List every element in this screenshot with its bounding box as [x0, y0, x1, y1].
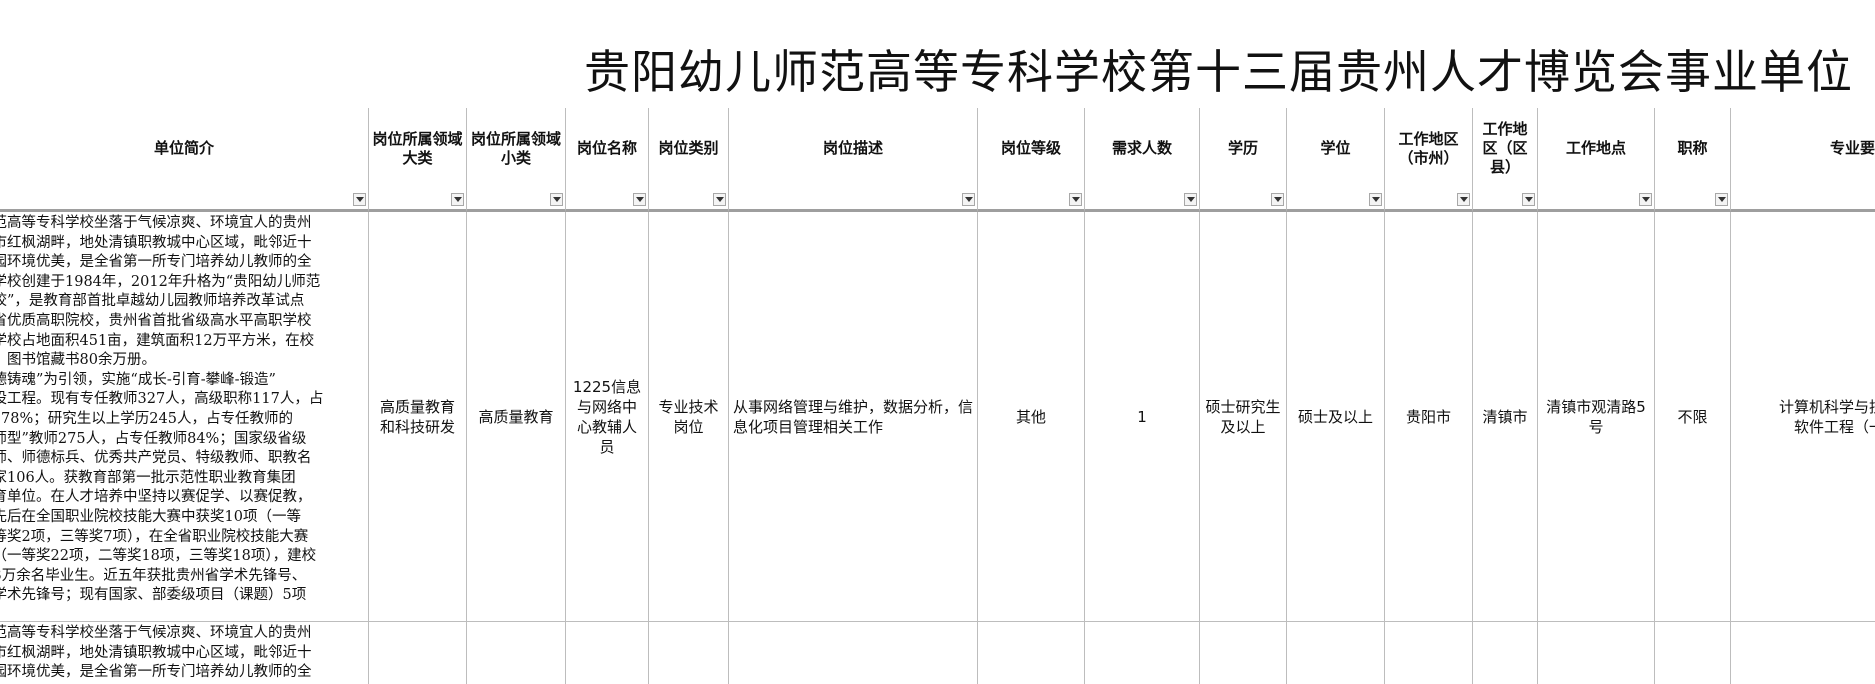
cell-text: 计算机科学与技术 软件工程（一: [1778, 397, 1875, 436]
filter-dropdown-icon[interactable]: [713, 193, 726, 206]
filter-dropdown-icon[interactable]: [1271, 193, 1284, 206]
cell-text: 1225信息与网络中心教辅人员: [572, 377, 642, 456]
cell-text: 清镇市观清路5号: [1546, 397, 1646, 436]
header-cell-title-req[interactable]: 职称: [1655, 108, 1731, 212]
cell-count[interactable]: 1: [1085, 212, 1200, 622]
header-cell-degree[interactable]: 学位: [1287, 108, 1385, 212]
filter-dropdown-icon[interactable]: [1522, 193, 1535, 206]
cell-post-category-row2[interactable]: [649, 622, 729, 684]
cell-text: 其他: [1015, 407, 1046, 426]
cell-post-level-row2[interactable]: [978, 622, 1085, 684]
header-cell-post-name[interactable]: 岗位名称: [566, 108, 649, 212]
header-cell-domain-minor[interactable]: 岗位所属领域小类: [467, 108, 566, 212]
filter-dropdown-icon[interactable]: [1184, 193, 1197, 206]
cell-major[interactable]: 计算机科学与技术 软件工程（一: [1731, 212, 1875, 622]
header-label: 需求人数: [1111, 139, 1172, 157]
header-label: 岗位所属领域小类: [470, 129, 561, 167]
header-label: 学位: [1320, 139, 1351, 157]
cell-title-req[interactable]: 不限: [1655, 212, 1731, 622]
header-label: 单位简介: [153, 139, 214, 157]
header-label: 岗位描述: [822, 139, 883, 157]
cell-domain-major[interactable]: 高质量教育和科技研发: [369, 212, 467, 622]
sheet-title: 贵阳幼儿师范高等专科学校第十三届贵州人才博览会事业单位: [584, 45, 1853, 99]
cell-unit-intro[interactable]: 师范高等专科学校坐落于气候凉爽、环境宜人的贵州 阳市红枫湖畔，地处清镇职教城中心…: [0, 212, 369, 622]
cell-text: 不限: [1677, 407, 1708, 426]
cell-domain-major-row2[interactable]: [369, 622, 467, 684]
unit-intro-text: 师范高等专科学校坐落于气候凉爽、环境宜人的贵州 阳市红枫湖畔，地处清镇职教城中心…: [0, 215, 324, 604]
filter-dropdown-icon[interactable]: [1369, 193, 1382, 206]
filter-dropdown-icon[interactable]: [353, 193, 366, 206]
cell-text: 清镇市: [1482, 407, 1528, 426]
header-label: 职称: [1677, 139, 1708, 157]
title-row[interactable]: 贵阳幼儿师范高等专科学校第十三届贵州人才博览会事业单位: [0, 0, 1875, 109]
cell-location-row2[interactable]: [1538, 622, 1655, 684]
header-cell-district[interactable]: 工作地区（区县）: [1473, 108, 1538, 212]
header-cell-count[interactable]: 需求人数: [1085, 108, 1200, 212]
cell-post-desc[interactable]: 从事网络管理与维护，数据分析，信息化项目管理相关工作: [729, 212, 978, 622]
cell-text: 高质量教育和科技研发: [379, 397, 455, 436]
spreadsheet: 贵阳幼儿师范高等专科学校第十三届贵州人才博览会事业单位 单位简介 岗位所属领域大…: [0, 0, 1875, 684]
filter-dropdown-icon[interactable]: [1069, 193, 1082, 206]
cell-major-row2[interactable]: [1731, 622, 1875, 684]
cell-education-row2[interactable]: [1200, 622, 1287, 684]
cell-post-desc-row2[interactable]: [729, 622, 978, 684]
header-cell-city[interactable]: 工作地区（市州）: [1385, 108, 1473, 212]
cell-district[interactable]: 清镇市: [1473, 212, 1538, 622]
cell-education[interactable]: 硕士研究生及以上: [1200, 212, 1287, 622]
cell-title-req-row2[interactable]: [1655, 622, 1731, 684]
header-cell-unit-intro[interactable]: 单位简介: [0, 108, 369, 212]
header-label: 学历: [1227, 139, 1258, 157]
cell-district-row2[interactable]: [1473, 622, 1538, 684]
header-label: 工作地区（市州）: [1398, 129, 1459, 167]
cell-text: 1: [1137, 407, 1147, 426]
cell-city[interactable]: 贵阳市: [1385, 212, 1473, 622]
header-label: 岗位名称: [576, 139, 637, 157]
header-label: 岗位等级: [1000, 139, 1061, 157]
cell-city-row2[interactable]: [1385, 622, 1473, 684]
cell-location[interactable]: 清镇市观清路5号: [1538, 212, 1655, 622]
filter-dropdown-icon[interactable]: [962, 193, 975, 206]
cell-text: 专业技术岗位: [658, 397, 719, 436]
unit-intro-text: 师范高等专科学校坐落于气候凉爽、环境宜人的贵州 阳市红枫湖畔，地处清镇职教城中心…: [0, 625, 312, 681]
cell-post-name[interactable]: 1225信息与网络中心教辅人员: [566, 212, 649, 622]
cell-text: 硕士研究生及以上: [1205, 397, 1281, 436]
header-cell-location[interactable]: 工作地点: [1538, 108, 1655, 212]
header-label: 工作地区（区县）: [1482, 120, 1528, 176]
header-label: 岗位类别: [658, 139, 719, 157]
header-cell-post-level[interactable]: 岗位等级: [978, 108, 1085, 212]
cell-count-row2[interactable]: [1085, 622, 1200, 684]
header-cell-domain-major[interactable]: 岗位所属领域大类: [369, 108, 467, 212]
cell-text: 高质量教育: [478, 407, 554, 426]
cell-degree[interactable]: 硕士及以上: [1287, 212, 1385, 622]
filter-dropdown-icon[interactable]: [1457, 193, 1470, 206]
header-label: 专业要: [1829, 139, 1875, 157]
header-label: 岗位所属领域大类: [372, 129, 463, 167]
cell-post-name-row2[interactable]: [566, 622, 649, 684]
cell-unit-intro-row2[interactable]: 师范高等专科学校坐落于气候凉爽、环境宜人的贵州 阳市红枫湖畔，地处清镇职教城中心…: [0, 622, 369, 684]
cell-text: 硕士及以上: [1297, 407, 1373, 426]
filter-dropdown-icon[interactable]: [1715, 193, 1728, 206]
filter-dropdown-icon[interactable]: [550, 193, 563, 206]
header-cell-major[interactable]: 专业要: [1731, 108, 1875, 212]
header-label: 工作地点: [1565, 139, 1626, 157]
cell-domain-minor-row2[interactable]: [467, 622, 566, 684]
filter-dropdown-icon[interactable]: [451, 193, 464, 206]
cell-degree-row2[interactable]: [1287, 622, 1385, 684]
header-cell-education[interactable]: 学历: [1200, 108, 1287, 212]
cell-text: 贵阳市: [1405, 407, 1451, 426]
cell-post-category[interactable]: 专业技术岗位: [649, 212, 729, 622]
filter-dropdown-icon[interactable]: [633, 193, 646, 206]
filter-dropdown-icon[interactable]: [1639, 193, 1652, 206]
cell-post-level[interactable]: 其他: [978, 212, 1085, 622]
cell-text: 从事网络管理与维护，数据分析，信息化项目管理相关工作: [733, 397, 974, 436]
header-cell-post-category[interactable]: 岗位类别: [649, 108, 729, 212]
cell-domain-minor[interactable]: 高质量教育: [467, 212, 566, 622]
header-cell-post-desc[interactable]: 岗位描述: [729, 108, 978, 212]
